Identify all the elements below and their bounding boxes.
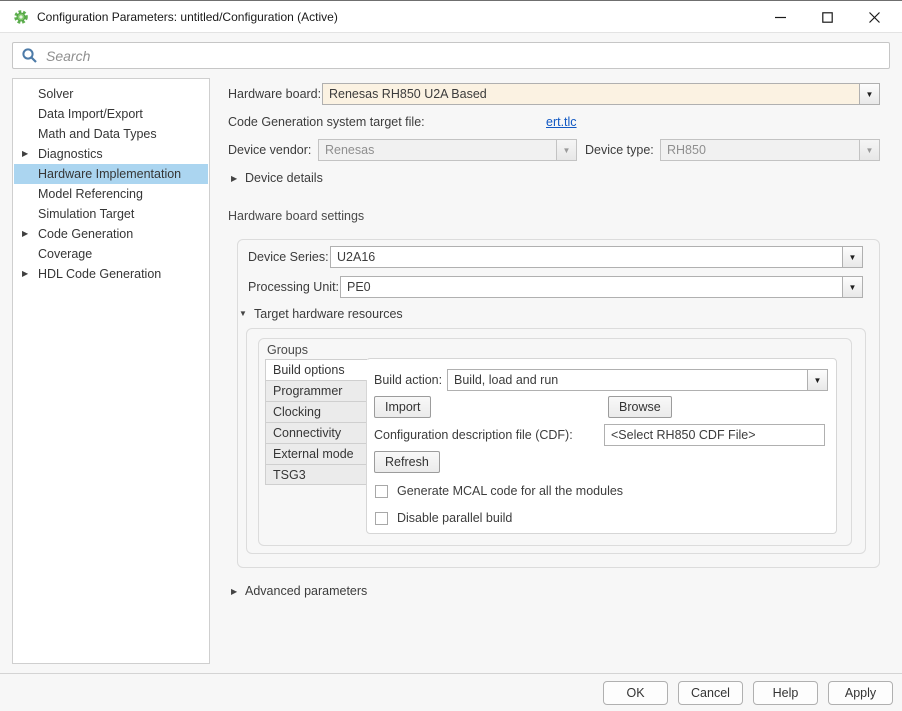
- tab-external-mode[interactable]: External mode: [265, 443, 367, 464]
- maximize-button[interactable]: [804, 1, 850, 33]
- sidebar-item-code-generation[interactable]: ▶ Code Generation: [14, 224, 208, 244]
- sidebar-item-label: Data Import/Export: [38, 107, 143, 121]
- build-action-value: Build, load and run: [448, 370, 807, 390]
- cdf-input[interactable]: <Select RH850 CDF File>: [604, 424, 825, 446]
- search-icon: [21, 47, 38, 64]
- processing-unit-label: Processing Unit:: [248, 276, 339, 298]
- groups-tab-list: Build options Programmer Clocking Connec…: [265, 359, 367, 485]
- tab-build-options[interactable]: Build options: [265, 359, 368, 380]
- sidebar-item-label: Hardware Implementation: [38, 167, 181, 181]
- sidebar-item-model-referencing[interactable]: Model Referencing: [14, 184, 208, 204]
- configuration-parameters-dialog: { "window": { "title": "Configuration Pa…: [0, 0, 902, 711]
- close-icon: [869, 12, 880, 23]
- sidebar-item-label: Code Generation: [38, 227, 133, 241]
- cdf-value: <Select RH850 CDF File>: [605, 425, 824, 445]
- title-bar: Configuration Parameters: untitled/Confi…: [0, 1, 902, 33]
- sidebar-item-coverage[interactable]: Coverage: [14, 244, 208, 264]
- search-placeholder: Search: [46, 48, 90, 64]
- device-vendor-value: Renesas: [319, 140, 556, 160]
- tab-label: Connectivity: [273, 426, 341, 440]
- expand-arrow-icon[interactable]: ▶: [22, 224, 28, 244]
- minimize-icon: [775, 12, 786, 23]
- sidebar-item-label: Math and Data Types: [38, 127, 157, 141]
- import-button[interactable]: Import: [374, 396, 431, 418]
- close-button[interactable]: [851, 1, 897, 33]
- chevron-down-icon: ▼: [556, 140, 576, 160]
- chevron-down-icon[interactable]: ▼: [842, 247, 862, 267]
- sidebar-tree: Solver Data Import/Export Math and Data …: [12, 78, 210, 664]
- groups-label: Groups: [267, 343, 308, 357]
- tab-label: External mode: [273, 447, 354, 461]
- device-type-label: Device type:: [585, 139, 654, 161]
- tab-programmer[interactable]: Programmer: [265, 380, 367, 401]
- sidebar-item-hdl-code-generation[interactable]: ▶ HDL Code Generation: [14, 264, 208, 284]
- generate-mcal-label: Generate MCAL code for all the modules: [397, 483, 623, 499]
- processing-unit-value: PE0: [341, 277, 842, 297]
- sidebar-item-simulation-target[interactable]: Simulation Target: [14, 204, 208, 224]
- hardware-board-settings-title: Hardware board settings: [228, 209, 364, 223]
- footer-divider: [0, 673, 902, 674]
- browse-button[interactable]: Browse: [608, 396, 672, 418]
- refresh-button[interactable]: Refresh: [374, 451, 440, 473]
- sidebar-item-label: Diagnostics: [38, 147, 103, 161]
- device-details-toggle[interactable]: Device details: [245, 167, 323, 189]
- tab-clocking[interactable]: Clocking: [265, 401, 367, 422]
- expanded-triangle-icon[interactable]: ▼: [239, 309, 247, 318]
- search-input[interactable]: Search: [12, 42, 890, 69]
- expand-arrow-icon[interactable]: ▶: [22, 144, 28, 164]
- target-hardware-resources-toggle[interactable]: Target hardware resources: [254, 303, 403, 325]
- tab-tsg3[interactable]: TSG3: [265, 464, 367, 485]
- chevron-down-icon: ▼: [859, 140, 879, 160]
- tab-connectivity[interactable]: Connectivity: [265, 422, 367, 443]
- hardware-board-label: Hardware board:: [228, 83, 321, 105]
- device-type-combo: RH850 ▼: [660, 139, 880, 161]
- generate-mcal-checkbox[interactable]: [375, 485, 388, 498]
- sidebar-item-label: Model Referencing: [38, 187, 143, 201]
- cancel-button[interactable]: Cancel: [678, 681, 743, 705]
- device-type-value: RH850: [661, 140, 859, 160]
- cdf-label: Configuration description file (CDF):: [374, 424, 573, 446]
- expand-arrow-icon[interactable]: ▶: [22, 264, 28, 284]
- tab-label: Build options: [273, 363, 345, 377]
- chevron-down-icon[interactable]: ▼: [807, 370, 827, 390]
- sidebar-item-label: Coverage: [38, 247, 92, 261]
- sidebar-item-solver[interactable]: Solver: [14, 84, 208, 104]
- device-vendor-label: Device vendor:: [228, 139, 311, 161]
- sidebar-item-label: Solver: [38, 87, 73, 101]
- device-vendor-combo: Renesas ▼: [318, 139, 577, 161]
- advanced-parameters-toggle[interactable]: Advanced parameters: [245, 580, 367, 602]
- disable-parallel-build-label: Disable parallel build: [397, 510, 512, 526]
- ok-button[interactable]: OK: [603, 681, 668, 705]
- chevron-down-icon[interactable]: ▼: [859, 84, 879, 104]
- sidebar-item-diagnostics[interactable]: ▶ Diagnostics: [14, 144, 208, 164]
- build-action-label: Build action:: [374, 369, 442, 391]
- sidebar-item-label: Simulation Target: [38, 207, 134, 221]
- sidebar-item-math-and-data-types[interactable]: Math and Data Types: [14, 124, 208, 144]
- chevron-down-icon[interactable]: ▼: [842, 277, 862, 297]
- hardware-board-value: Renesas RH850 U2A Based: [323, 84, 859, 104]
- tab-label: Clocking: [273, 405, 321, 419]
- apply-button[interactable]: Apply: [828, 681, 893, 705]
- app-gear-icon: [13, 9, 29, 25]
- build-action-combo[interactable]: Build, load and run ▼: [447, 369, 828, 391]
- device-series-value: U2A16: [331, 247, 842, 267]
- device-series-combo[interactable]: U2A16 ▼: [330, 246, 863, 268]
- target-file-label: Code Generation system target file:: [228, 111, 425, 133]
- collapsed-triangle-icon[interactable]: ▶: [231, 587, 237, 596]
- sidebar-item-label: HDL Code Generation: [38, 267, 161, 281]
- disable-parallel-build-checkbox[interactable]: [375, 512, 388, 525]
- tab-label: Programmer: [273, 384, 342, 398]
- sidebar-item-hardware-implementation[interactable]: Hardware Implementation: [14, 164, 208, 184]
- collapsed-triangle-icon[interactable]: ▶: [231, 174, 237, 183]
- window-title: Configuration Parameters: untitled/Confi…: [37, 10, 338, 24]
- maximize-icon: [822, 12, 833, 23]
- help-button[interactable]: Help: [753, 681, 818, 705]
- sidebar-item-data-import-export[interactable]: Data Import/Export: [14, 104, 208, 124]
- tab-label: TSG3: [273, 468, 306, 482]
- target-file-link[interactable]: ert.tlc: [546, 111, 577, 133]
- hardware-board-combo[interactable]: Renesas RH850 U2A Based ▼: [322, 83, 880, 105]
- minimize-button[interactable]: [757, 1, 803, 33]
- device-series-label: Device Series:: [248, 246, 329, 268]
- processing-unit-combo[interactable]: PE0 ▼: [340, 276, 863, 298]
